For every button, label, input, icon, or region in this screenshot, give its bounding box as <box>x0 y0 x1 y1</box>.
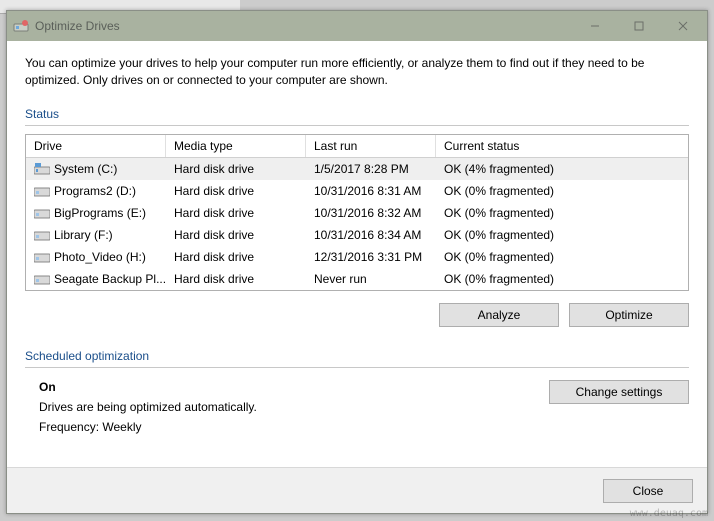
schedule-state: On <box>39 380 549 394</box>
change-settings-button[interactable]: Change settings <box>549 380 689 404</box>
drive-table: Drive Media type Last run Current status… <box>25 134 689 291</box>
close-window-button[interactable] <box>661 12 705 40</box>
media-type: Hard disk drive <box>166 270 306 288</box>
optimize-button[interactable]: Optimize <box>569 303 689 327</box>
col-drive[interactable]: Drive <box>26 135 166 157</box>
watermark: www.deuaq.com <box>630 508 708 519</box>
current-status: OK (0% fragmented) <box>436 248 688 266</box>
drive-name: Photo_Video (H:) <box>54 250 146 264</box>
last-run: 10/31/2016 8:32 AM <box>306 204 436 222</box>
last-run: Never run <box>306 270 436 288</box>
window-content: You can optimize your drives to help you… <box>7 41 707 467</box>
divider <box>25 367 689 368</box>
last-run: 12/31/2016 3:31 PM <box>306 248 436 266</box>
table-row[interactable]: System (C:) Hard disk drive1/5/2017 8:28 … <box>26 158 688 180</box>
schedule-line2: Frequency: Weekly <box>39 420 549 434</box>
footer-bar: Close <box>7 467 707 513</box>
drive-icon <box>34 185 50 197</box>
drive-icon <box>34 229 50 241</box>
col-status[interactable]: Current status <box>436 135 688 157</box>
drive-name: Library (F:) <box>54 228 113 242</box>
close-button[interactable]: Close <box>603 479 693 503</box>
app-icon <box>13 18 29 34</box>
col-lastrun[interactable]: Last run <box>306 135 436 157</box>
table-row[interactable]: BigPrograms (E:) Hard disk drive10/31/201… <box>26 202 688 224</box>
status-section: Status Drive Media type Last run Current… <box>25 107 689 349</box>
media-type: Hard disk drive <box>166 248 306 266</box>
analyze-button[interactable]: Analyze <box>439 303 559 327</box>
drive-icon <box>34 163 50 175</box>
optimize-drives-window: Optimize Drives You can optimize your dr… <box>6 10 708 514</box>
description-text: You can optimize your drives to help you… <box>25 55 689 89</box>
drive-name: Programs2 (D:) <box>54 184 136 198</box>
drive-name: System (C:) <box>54 162 117 176</box>
schedule-text: On Drives are being optimized automatica… <box>39 380 549 440</box>
schedule-heading: Scheduled optimization <box>25 349 689 363</box>
current-status: OK (0% fragmented) <box>436 204 688 222</box>
media-type: Hard disk drive <box>166 182 306 200</box>
minimize-button[interactable] <box>573 12 617 40</box>
media-type: Hard disk drive <box>166 226 306 244</box>
drive-name: Seagate Backup Pl... <box>54 272 166 286</box>
media-type: Hard disk drive <box>166 204 306 222</box>
window-title: Optimize Drives <box>35 19 573 33</box>
table-row[interactable]: Library (F:) Hard disk drive10/31/2016 8:… <box>26 224 688 246</box>
table-body: System (C:)Hard disk drive1/5/2017 8:28 … <box>26 158 688 290</box>
divider <box>25 125 689 126</box>
current-status: OK (0% fragmented) <box>436 182 688 200</box>
status-heading: Status <box>25 107 689 121</box>
titlebar: Optimize Drives <box>7 11 707 41</box>
table-row[interactable]: Programs2 (D:) Hard disk drive10/31/2016 … <box>26 180 688 202</box>
last-run: 10/31/2016 8:34 AM <box>306 226 436 244</box>
drive-icon <box>34 207 50 219</box>
col-media[interactable]: Media type <box>166 135 306 157</box>
table-header: Drive Media type Last run Current status <box>26 135 688 158</box>
drive-name: BigPrograms (E:) <box>54 206 146 220</box>
maximize-button[interactable] <box>617 12 661 40</box>
table-row[interactable]: Seagate Backup Pl...Hard disk driveNever… <box>26 268 688 290</box>
media-type: Hard disk drive <box>166 160 306 178</box>
drive-icon <box>34 251 50 263</box>
table-row[interactable]: Photo_Video (H:) Hard disk drive12/31/201… <box>26 246 688 268</box>
current-status: OK (4% fragmented) <box>436 160 688 178</box>
last-run: 10/31/2016 8:31 AM <box>306 182 436 200</box>
current-status: OK (0% fragmented) <box>436 270 688 288</box>
last-run: 1/5/2017 8:28 PM <box>306 160 436 178</box>
drive-icon <box>34 273 50 285</box>
current-status: OK (0% fragmented) <box>436 226 688 244</box>
schedule-line1: Drives are being optimized automatically… <box>39 400 549 414</box>
action-button-row: Analyze Optimize <box>25 303 689 327</box>
schedule-section: Scheduled optimization On Drives are bei… <box>25 349 689 440</box>
